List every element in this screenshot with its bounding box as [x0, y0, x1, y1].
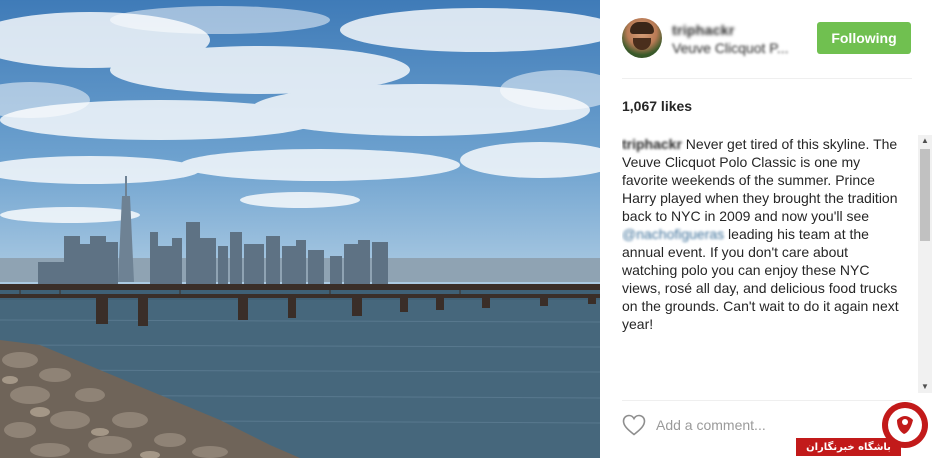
avatar-hair — [630, 22, 654, 34]
username-link[interactable]: triphackr — [672, 22, 735, 38]
arrow-up-icon[interactable]: ▲ — [918, 135, 932, 147]
skyline-photo — [0, 6, 600, 458]
following-button[interactable]: Following — [817, 22, 911, 54]
avatar[interactable] — [622, 18, 662, 58]
location-link[interactable]: Veuve Clicquot P... — [672, 40, 788, 56]
post-photo[interactable] — [0, 0, 600, 458]
watermark-logo-icon — [882, 402, 928, 448]
heart-outline-icon[interactable] — [622, 414, 646, 436]
post-header: triphackr Veuve Clicquot P... Following — [600, 0, 933, 78]
scrollbar-thumb[interactable] — [920, 149, 930, 241]
avatar-beard — [633, 38, 651, 50]
likes-count[interactable]: 1,067 likes — [622, 98, 692, 114]
arrow-down-icon[interactable]: ▼ — [918, 381, 932, 393]
caption-author[interactable]: triphackr — [622, 136, 682, 152]
caption: triphackr Never get tired of this skylin… — [622, 135, 902, 385]
caption-mention[interactable]: @nachofigueras — [622, 226, 724, 242]
header-divider — [622, 78, 912, 79]
post-details-panel: triphackr Veuve Clicquot P... Following … — [600, 0, 933, 458]
caption-scrollbar[interactable]: ▲ ▼ — [918, 135, 932, 393]
news-watermark: باشگاه خبرنگاران — [796, 398, 933, 458]
